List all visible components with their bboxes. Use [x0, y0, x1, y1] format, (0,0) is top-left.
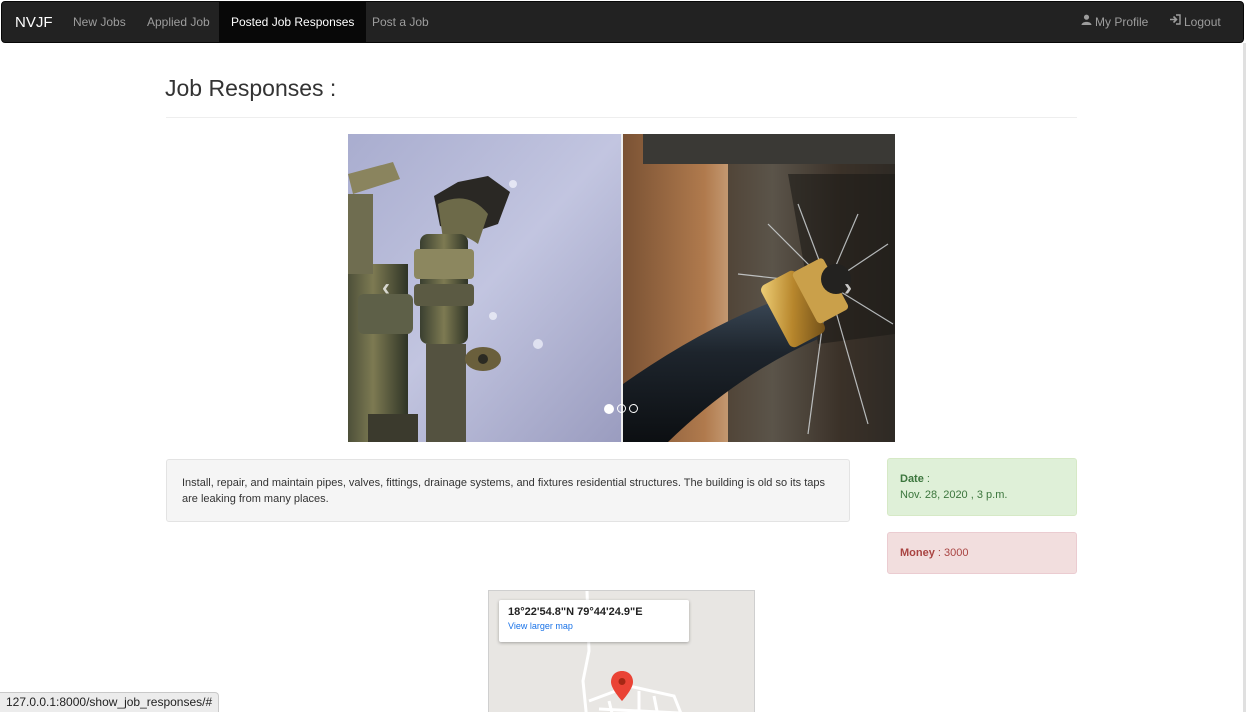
user-icon: [1081, 1, 1092, 42]
brand-link[interactable]: NVJF: [15, 14, 53, 31]
map-coordinates: 18°22'54.8"N 79°44'24.9"E: [508, 606, 643, 618]
logout-icon: [1169, 1, 1181, 42]
map-info-card: 18°22'54.8"N 79°44'24.9"E View larger ma…: [499, 600, 689, 642]
nav-logout[interactable]: Logout: [1157, 2, 1233, 42]
carousel-indicator[interactable]: [629, 404, 638, 413]
location-map[interactable]: 18°22'54.8"N 79°44'24.9"E View larger ma…: [488, 590, 755, 712]
browser-status-bar: 127.0.0.1:8000/show_job_responses/#: [0, 692, 220, 712]
money-label: Money: [900, 547, 935, 559]
job-description: Install, repair, and maintain pipes, val…: [166, 459, 850, 522]
money-panel: Money : 3000: [887, 532, 1077, 574]
image-carousel[interactable]: ‹ ›: [348, 134, 895, 442]
carousel-next-button[interactable]: ›: [844, 274, 852, 302]
carousel-slide-image: [348, 134, 895, 442]
view-larger-map-link[interactable]: View larger map: [508, 621, 680, 631]
title-divider: [166, 117, 1077, 118]
nav-posted-job-responses[interactable]: Posted Job Responses: [219, 2, 367, 42]
map-pin-icon[interactable]: [611, 671, 633, 704]
nav-my-profile[interactable]: My Profile: [1069, 2, 1160, 42]
money-value: 3000: [944, 547, 969, 559]
carousel-indicator[interactable]: [604, 404, 614, 414]
date-value: Nov. 28, 2020 , 3 p.m.: [900, 489, 1008, 501]
my-profile-label: My Profile: [1095, 15, 1149, 29]
nav-applied-job[interactable]: Applied Job: [135, 2, 222, 42]
page-title: Job Responses :: [165, 75, 337, 101]
carousel-prev-button[interactable]: ‹: [382, 274, 390, 302]
logout-label: Logout: [1184, 15, 1221, 29]
carousel-indicators: [604, 404, 638, 414]
nav-new-jobs[interactable]: New Jobs: [61, 2, 138, 42]
nav-post-a-job[interactable]: Post a Job: [360, 2, 441, 42]
top-navbar: NVJF New Jobs Applied Job Posted Job Res…: [1, 1, 1244, 43]
carousel-indicator[interactable]: [617, 404, 626, 413]
date-panel: Date : Nov. 28, 2020 , 3 p.m.: [887, 458, 1077, 516]
date-label: Date: [900, 473, 924, 485]
